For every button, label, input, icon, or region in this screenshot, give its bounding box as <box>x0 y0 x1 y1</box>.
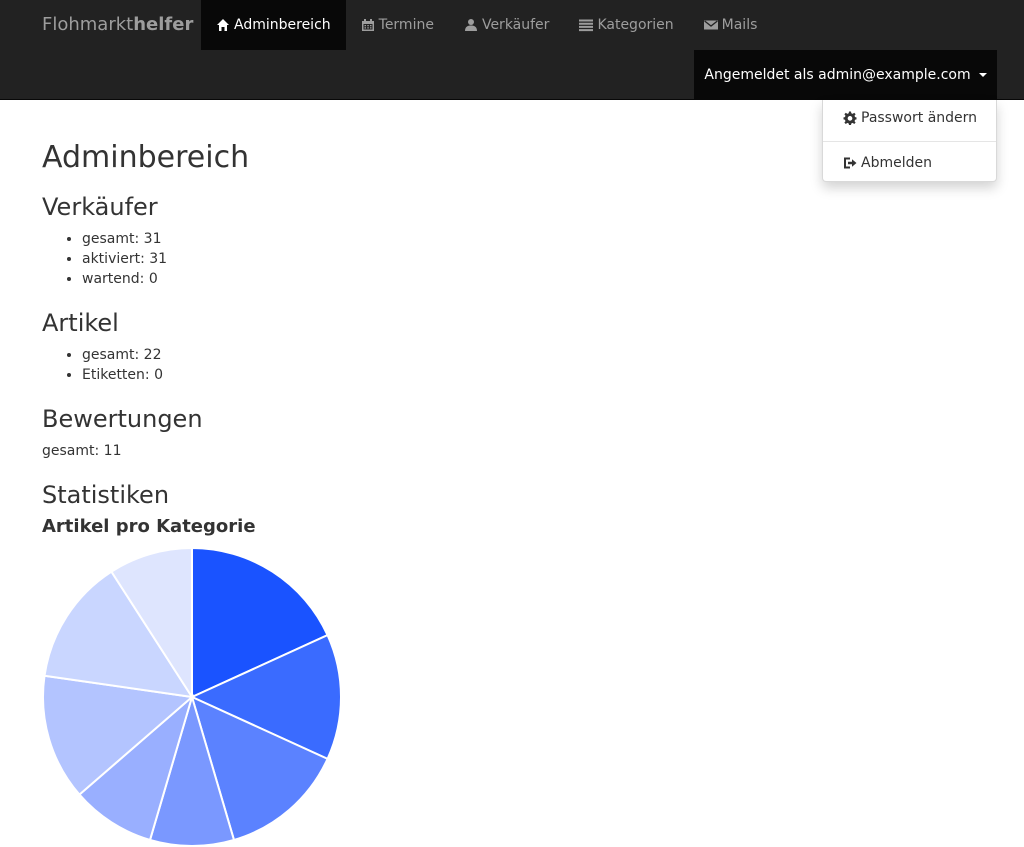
nav-item-adminbereich[interactable]: Adminbereich <box>201 0 346 50</box>
nav-item-label: Adminbereich <box>234 17 331 33</box>
ratings-total: gesamt: 11 <box>42 443 122 459</box>
gear-icon <box>843 111 857 125</box>
list-item: gesamt: 31 <box>82 229 167 249</box>
change-password-label: Passwort ändern <box>861 110 978 126</box>
list-icon <box>579 18 594 32</box>
ratings-heading: Bewertungen <box>42 405 203 433</box>
articles-stats-list: gesamt: 22 Etiketten: 0 <box>42 345 163 385</box>
user-dropdown-menu: Passwort ändern Abmelden <box>822 100 997 182</box>
dropdown-divider <box>823 141 996 142</box>
logout-item[interactable]: Abmelden <box>823 151 996 175</box>
nav-item-label: Kategorien <box>597 17 674 33</box>
calendar-icon <box>361 18 375 32</box>
nav-item-label: Mails <box>721 17 758 33</box>
nav-item-mails[interactable]: Mails <box>689 0 773 50</box>
user-menu-label: Angemeldet als admin@example.com <box>704 67 971 83</box>
nav-item-label: Verkäufer <box>481 17 550 33</box>
list-item: wartend: 0 <box>82 269 167 289</box>
home-icon <box>216 18 230 32</box>
pie-slices <box>42 547 342 847</box>
main-nav: Adminbereich Termine Verkäufer Kategorie… <box>201 0 772 50</box>
nav-item-label: Termine <box>378 17 434 33</box>
brand-text-bold: helfer <box>133 14 194 35</box>
logout-icon <box>843 156 857 170</box>
caret-down-icon <box>978 73 987 77</box>
nav-item-termine[interactable]: Termine <box>346 0 449 50</box>
statistics-heading: Statistiken <box>42 481 170 509</box>
nav-item-kategorien[interactable]: Kategorien <box>564 0 688 50</box>
articles-per-category-pie-chart <box>42 547 342 847</box>
page-title: Adminbereich <box>42 140 250 175</box>
chart-title: Artikel pro Kategorie <box>42 516 256 537</box>
list-item: aktiviert: 31 <box>82 249 167 269</box>
logout-label: Abmelden <box>861 155 932 171</box>
envelope-icon <box>703 18 718 32</box>
user-icon <box>464 18 478 32</box>
user-menu-toggle[interactable]: Angemeldet als admin@example.com <box>694 50 997 100</box>
brand-logo[interactable]: Flohmarkthelfer <box>42 13 193 37</box>
list-item: gesamt: 22 <box>82 345 163 365</box>
nav-item-verkaeufer[interactable]: Verkäufer <box>449 0 564 50</box>
change-password-item[interactable]: Passwort ändern <box>823 106 996 130</box>
navbar: Flohmarkthelfer Adminbereich Termine Ver… <box>0 0 1024 100</box>
sellers-stats-list: gesamt: 31 aktiviert: 31 wartend: 0 <box>42 229 167 289</box>
articles-heading: Artikel <box>42 309 119 337</box>
list-item: Etiketten: 0 <box>82 365 163 385</box>
brand-text-light: Flohmarkt <box>42 14 134 35</box>
sellers-heading: Verkäufer <box>42 193 158 221</box>
